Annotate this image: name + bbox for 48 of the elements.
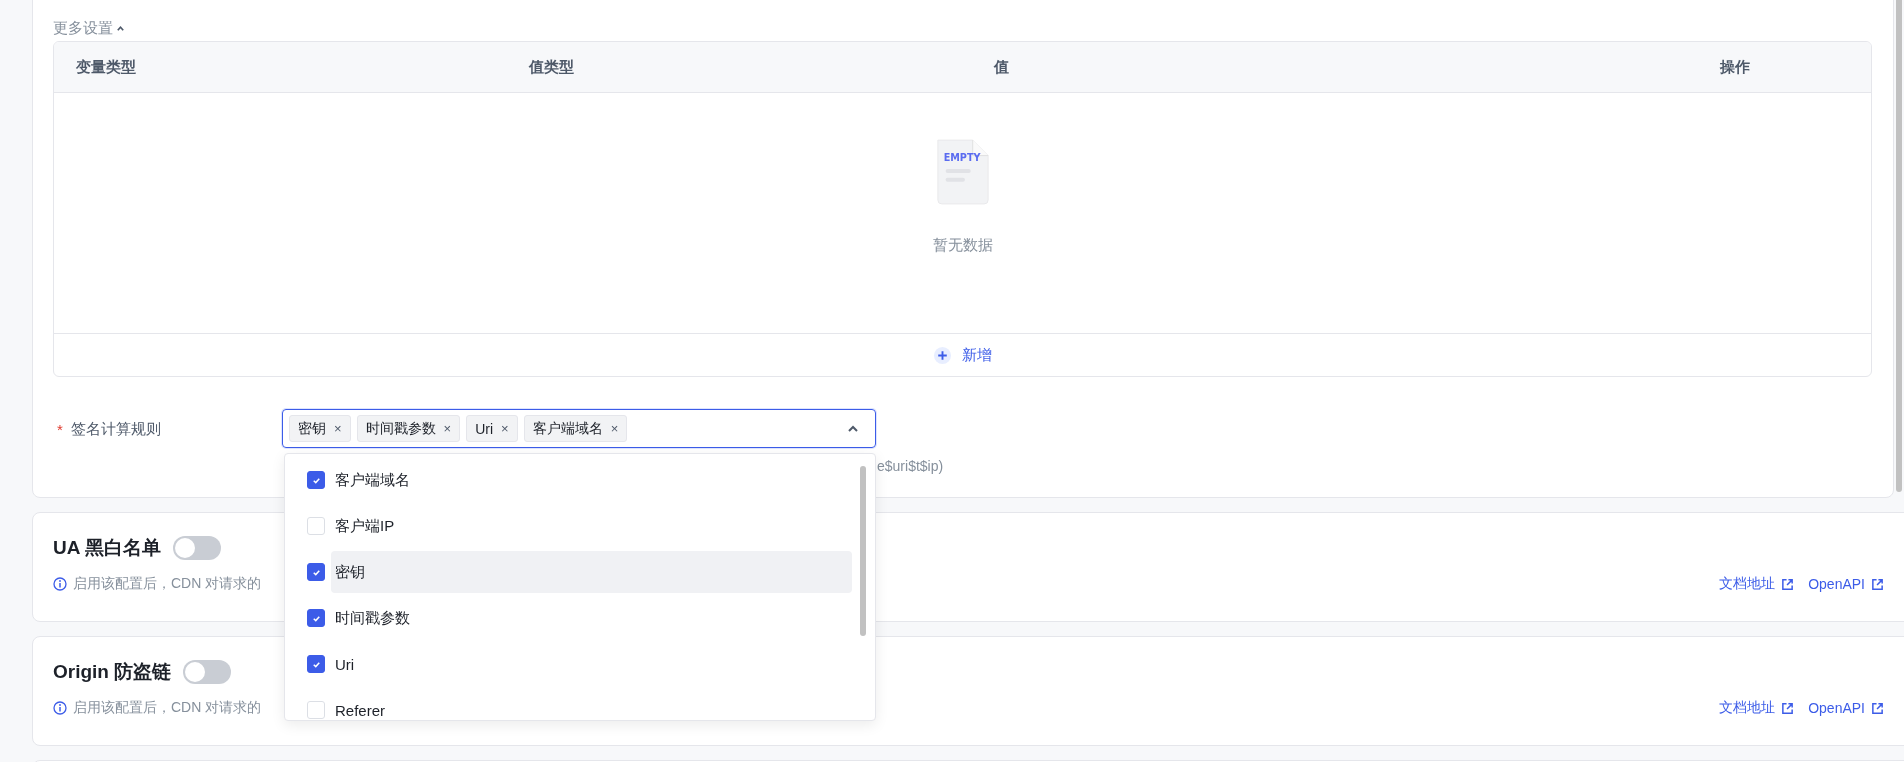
section-title: UA 黑白名单: [53, 536, 162, 560]
plus-icon: [933, 345, 952, 365]
info-icon: [53, 701, 67, 715]
dropdown-option[interactable]: 客户端域名: [331, 459, 852, 501]
info-text: 启用该配置后，CDN 对请求的: [73, 575, 262, 593]
tag: Uri ×: [466, 415, 518, 442]
section-title: Origin 防盗链: [53, 660, 172, 684]
multi-select[interactable]: 密钥 × 时间戳参数 × Uri × 客户端域名 ×: [282, 409, 876, 448]
external-link-icon: [1871, 701, 1884, 715]
dropdown-option[interactable]: Referer: [331, 689, 852, 720]
external-link-icon: [1871, 577, 1884, 591]
info-text: 启用该配置后，CDN 对请求的: [73, 699, 262, 717]
checkbox[interactable]: [307, 563, 325, 581]
column-header: 值: [992, 57, 1010, 77]
tag: 客户端域名 ×: [523, 415, 628, 442]
tag: 时间戳参数 ×: [356, 415, 461, 442]
column-header: 值类型: [527, 57, 575, 77]
chevron-icon: [116, 23, 125, 33]
add-button[interactable]: 新增: [929, 343, 996, 367]
doc-link[interactable]: 文档地址: [1719, 575, 1795, 593]
column-header: 变量类型: [75, 57, 137, 77]
required-mark: *: [57, 420, 63, 438]
checkbox[interactable]: [307, 609, 325, 627]
field-label: 签名计算规则: [70, 419, 161, 439]
scrollbar[interactable]: [860, 466, 866, 636]
external-link-icon: [1781, 577, 1795, 591]
hint-text: e$uri$t$ip): [876, 458, 944, 474]
info-icon: [53, 577, 67, 591]
tag-remove[interactable]: ×: [501, 421, 509, 436]
scrollbar[interactable]: [1896, 0, 1902, 492]
doc-link[interactable]: 文档地址: [1719, 699, 1795, 717]
dropdown-option[interactable]: Uri: [331, 643, 852, 685]
checkbox[interactable]: [307, 471, 325, 489]
empty-text: 暂无数据: [932, 236, 993, 255]
external-link-icon: [1781, 701, 1795, 715]
column-header: 操作: [1719, 57, 1751, 77]
tag: 密钥 ×: [289, 415, 351, 442]
dropdown-option[interactable]: 客户端IP: [331, 505, 852, 547]
doc-link[interactable]: OpenAPI: [1808, 699, 1884, 717]
checkbox[interactable]: [307, 655, 325, 673]
dropdown-option[interactable]: 时间戳参数: [331, 597, 852, 639]
tag-remove[interactable]: ×: [443, 421, 452, 436]
toggle-switch[interactable]: [173, 536, 222, 560]
toggle-switch[interactable]: [183, 660, 232, 684]
doc-link[interactable]: OpenAPI: [1808, 575, 1884, 593]
tag-remove[interactable]: ×: [334, 421, 342, 436]
dropdown-option[interactable]: 密钥: [331, 551, 852, 593]
tag-remove[interactable]: ×: [610, 421, 619, 436]
